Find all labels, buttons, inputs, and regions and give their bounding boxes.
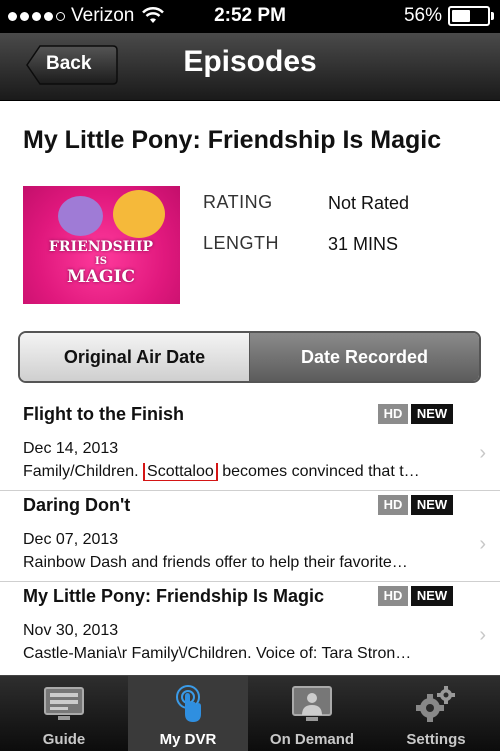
poster-logo-line: MAGIC [66, 267, 135, 287]
episode-date: Dec 14, 2013 [23, 440, 119, 457]
tab-guide[interactable]: Guide [4, 676, 124, 751]
show-poster: FRIENDSHIP IS MAGIC [23, 186, 180, 304]
chevron-right-icon: › [479, 442, 486, 464]
tab-label: On Demand [269, 731, 355, 748]
hd-badge: HD [378, 404, 408, 424]
rating-value: Not Rated [328, 193, 410, 213]
episode-row[interactable]: Flight to the Finish HD NEW Dec 14, 2013… [0, 400, 500, 491]
tab-my-dvr[interactable]: My DVR [128, 676, 248, 751]
pony-character-image [113, 190, 165, 238]
gears-icon [416, 686, 455, 722]
poster-logo-line: FRIENDSHIP [48, 239, 154, 255]
touch-hand-icon [176, 685, 201, 722]
rating-label: RATING [203, 192, 273, 212]
tab-label: Settings [406, 731, 466, 748]
tab-label: My DVR [159, 731, 217, 748]
chevron-right-icon: › [479, 533, 486, 555]
new-badge: NEW [411, 495, 453, 515]
episode-description: Rainbow Dash and friends offer to help t… [23, 554, 408, 571]
new-badge: NEW [411, 404, 453, 424]
battery-icon [448, 6, 494, 26]
episode-date: Dec 07, 2013 [23, 531, 119, 548]
tab-label: Guide [42, 731, 86, 748]
episode-row[interactable]: My Little Pony: Friendship Is Magic HD N… [0, 582, 500, 673]
chevron-right-icon: › [479, 624, 486, 646]
hd-badge: HD [378, 586, 408, 606]
poster-logo: FRIENDSHIP IS MAGIC [37, 238, 165, 286]
episode-title: Flight to the Finish [23, 404, 184, 424]
show-title: My Little Pony: Friendship Is Magic [23, 126, 442, 154]
sort-original-air-date[interactable]: Original Air Date [20, 333, 250, 381]
episode-title: Daring Don't [23, 495, 131, 515]
tab-on-demand[interactable]: On Demand [252, 676, 372, 751]
hd-badge: HD [378, 495, 408, 515]
episode-date: Nov 30, 2013 [23, 622, 119, 639]
episode-description: Family/Children. Scottaloo becomes convi… [23, 463, 453, 481]
highlighted-word: Scottaloo [143, 463, 218, 481]
pony-character-image [58, 196, 103, 236]
tab-settings[interactable]: Settings [376, 676, 496, 751]
episode-description: Castle-Mania\r Family\/Children. Voice o… [23, 645, 412, 662]
tv-guide-icon [44, 687, 84, 720]
description-text: Family/Children. [23, 463, 139, 480]
tab-bar: Guide My DVR On Demand Settings [0, 675, 500, 751]
episode-title: My Little Pony: Friendship Is Magic [23, 586, 325, 606]
length-label: LENGTH [203, 233, 280, 253]
new-badge: NEW [411, 586, 453, 606]
page-title: Episodes [183, 45, 317, 78]
status-bar: Verizon 2:52 PM 56% [0, 0, 500, 33]
length-value: 31 MINS [328, 234, 399, 254]
navigation-bar: Back Episodes [0, 33, 500, 101]
sort-segmented-control: Original Air Date Date Recorded [18, 331, 481, 383]
sort-date-recorded[interactable]: Date Recorded [250, 333, 479, 381]
description-text: becomes convinced that t… [222, 463, 420, 480]
battery-percent: 56% [403, 5, 442, 26]
episode-row[interactable]: Daring Don't HD NEW Dec 07, 2013 Rainbow… [0, 491, 500, 582]
battery-indicator: 56% [403, 5, 494, 27]
presenter-screen-icon [292, 686, 332, 721]
